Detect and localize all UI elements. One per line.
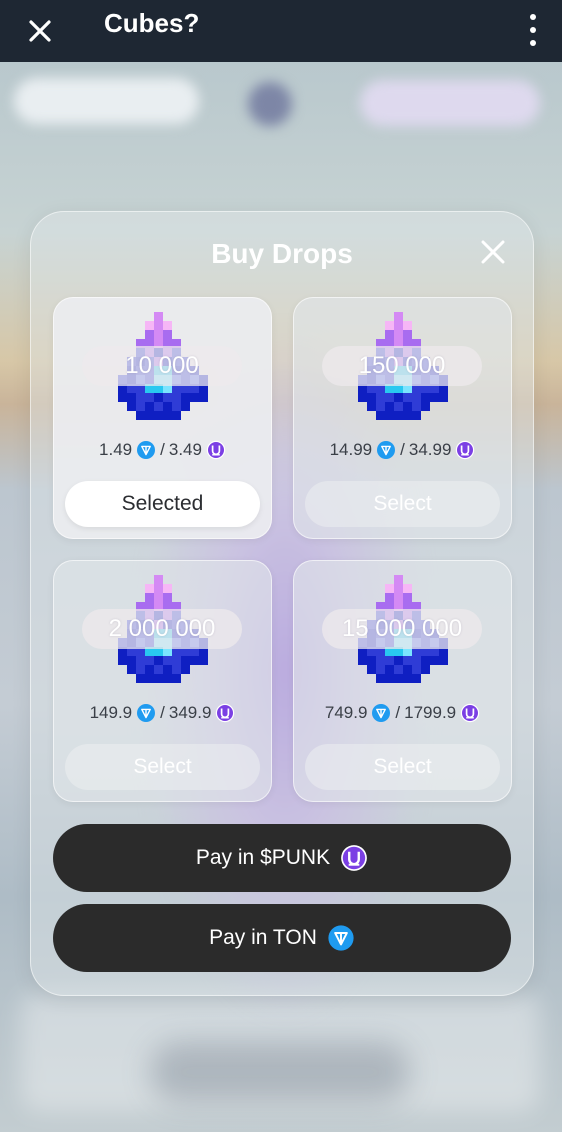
- ton-price: 149.9: [89, 703, 133, 722]
- ton-coin-icon: [372, 704, 391, 722]
- pack-prices: 749.9 /1799.9: [294, 703, 511, 723]
- ton-price: 14.99: [329, 440, 373, 459]
- close-icon[interactable]: [479, 238, 507, 266]
- select-button[interactable]: Select: [65, 744, 260, 790]
- more-vertical-icon[interactable]: [524, 10, 542, 50]
- blurred-footer-item: [150, 1042, 410, 1102]
- ton-coin-icon: [377, 441, 396, 459]
- ton-price: 1.49: [99, 440, 133, 459]
- ton-coin-icon: [328, 925, 354, 951]
- select-button[interactable]: Select: [305, 744, 500, 790]
- punk-coin-icon: [206, 440, 226, 460]
- punk-coin-icon: [341, 845, 367, 871]
- pay-punk-label: Pay in $PUNK: [195, 846, 331, 869]
- buy-drops-modal: Buy Drops 10 000 1.49/3.49 Selected 150 000…: [30, 211, 534, 996]
- price-separator: /: [160, 440, 165, 459]
- pack-card[interactable]: 2 000 000 149.9 /349.9 Select: [53, 560, 272, 802]
- top-app-bar: Cubes?: [0, 0, 562, 62]
- pack-amount: 150 000: [322, 346, 482, 386]
- pack-amount: 2 000 000: [82, 609, 242, 649]
- punk-price: 1799.9: [404, 703, 457, 722]
- punk-price: 3.49: [168, 440, 202, 459]
- punk-coin-icon: [460, 703, 480, 723]
- pay-punk-button[interactable]: Pay in $PUNK: [53, 824, 511, 892]
- pack-card[interactable]: 15 000 000 749.9 /1799.9 Select: [293, 560, 512, 802]
- pay-ton-label: Pay in TON: [209, 926, 317, 949]
- pack-amount: 10 000: [82, 346, 242, 386]
- price-separator: /: [400, 440, 405, 459]
- pack-card[interactable]: 10 000 1.49 /3.49 Selected: [53, 297, 272, 539]
- blurred-pill: [360, 80, 540, 126]
- ton-coin-icon: [137, 704, 156, 722]
- pack-card[interactable]: 150 000 14.99 /34.99 Select: [293, 297, 512, 539]
- ton-price: 749.9: [324, 703, 368, 722]
- price-separator: /: [395, 703, 401, 722]
- pack-amount: 15 000 000: [322, 609, 482, 649]
- blurred-pill: [14, 78, 199, 124]
- pack-prices: 1.49 /3.49: [54, 440, 271, 460]
- punk-coin-icon: [216, 703, 235, 723]
- close-icon[interactable]: [22, 13, 58, 49]
- ton-coin-icon: [137, 441, 156, 459]
- pack-prices: 14.99 /34.99: [294, 440, 511, 460]
- punk-price: 349.9: [168, 703, 212, 722]
- blurred-avatar: [248, 82, 292, 126]
- modal-title: Buy Drops: [211, 238, 353, 269]
- punk-price: 34.99: [408, 440, 452, 459]
- punk-coin-icon: [456, 440, 475, 460]
- price-separator: /: [160, 703, 165, 722]
- selected-button[interactable]: Selected: [65, 481, 260, 527]
- pack-prices: 149.9 /349.9: [54, 703, 271, 723]
- app-title: Cubes?: [104, 8, 200, 38]
- pay-ton-button[interactable]: Pay in TON: [53, 904, 511, 972]
- select-button[interactable]: Select: [305, 481, 500, 527]
